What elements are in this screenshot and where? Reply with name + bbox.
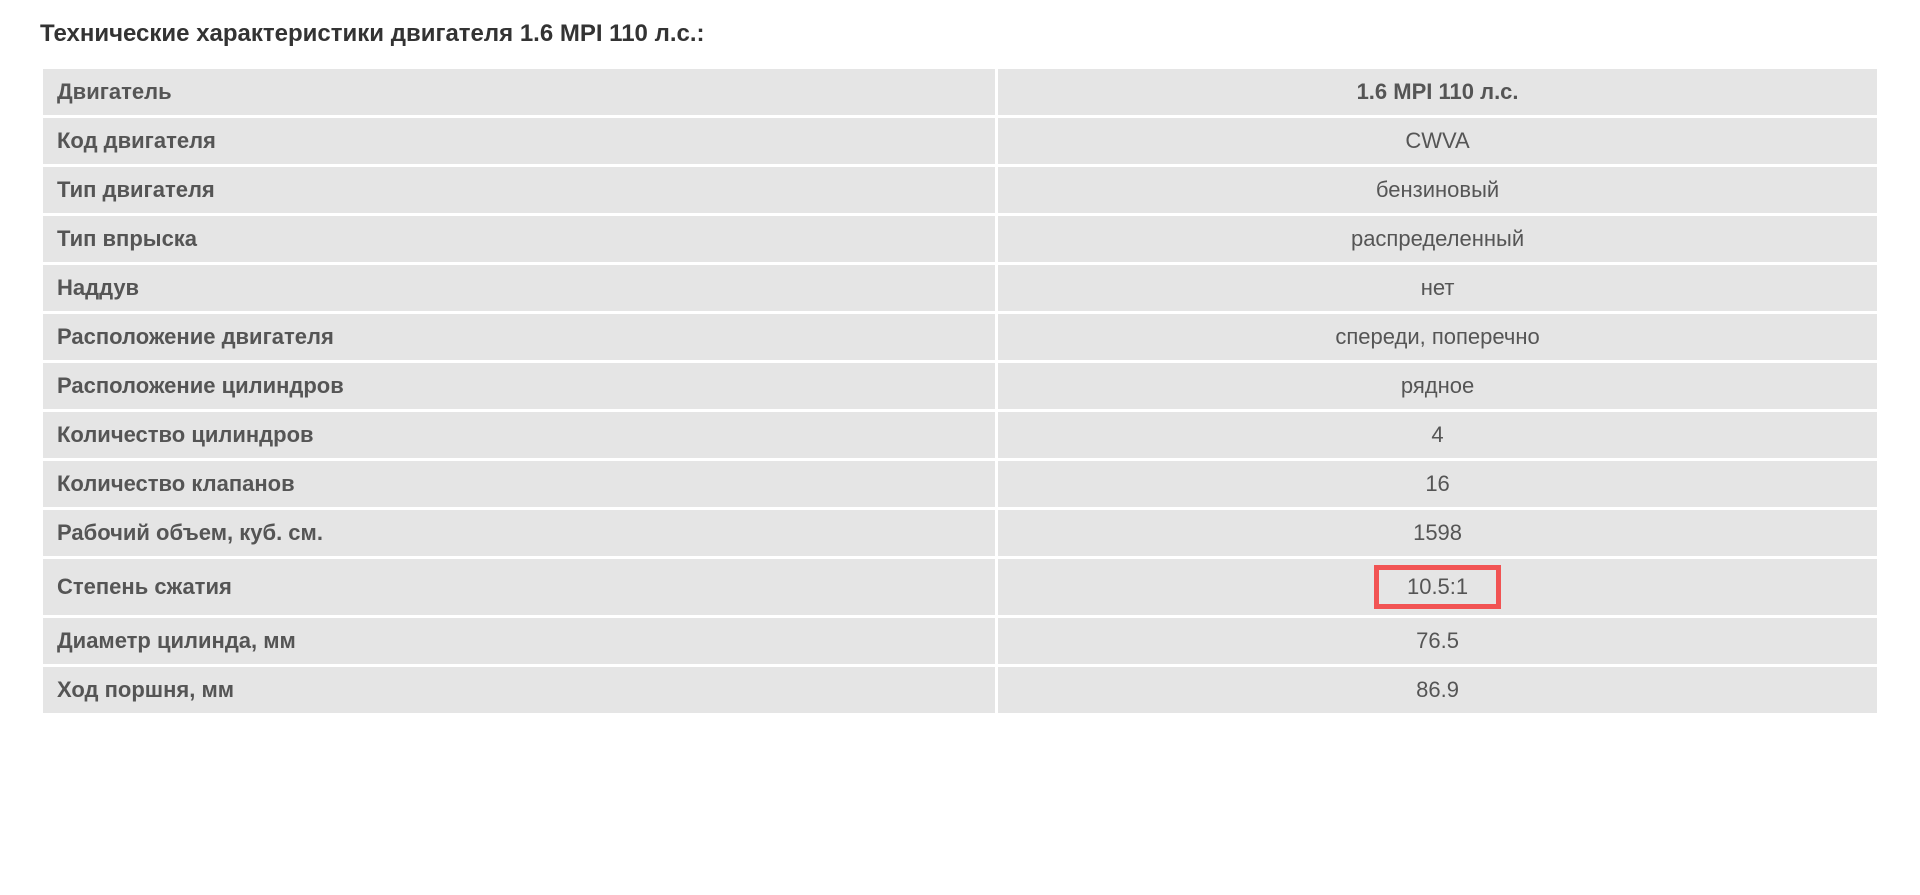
spec-label: Тип двигателя	[43, 167, 995, 213]
table-row: Количество клапанов16	[43, 461, 1877, 507]
spec-label: Код двигателя	[43, 118, 995, 164]
spec-label: Ход поршня, мм	[43, 667, 995, 713]
spec-value: спереди, поперечно	[998, 314, 1877, 360]
spec-label: Наддув	[43, 265, 995, 311]
spec-label: Двигатель	[43, 69, 995, 115]
table-row: Рабочий объем, куб. см.1598	[43, 510, 1877, 556]
spec-label: Количество клапанов	[43, 461, 995, 507]
spec-label: Рабочий объем, куб. см.	[43, 510, 995, 556]
table-row: Код двигателяCWVA	[43, 118, 1877, 164]
spec-value: 10.5:1	[998, 559, 1877, 615]
spec-label: Расположение двигателя	[43, 314, 995, 360]
table-row: Степень сжатия 10.5:1	[43, 559, 1877, 615]
table-row: Ход поршня, мм86.9	[43, 667, 1877, 713]
spec-value: 4	[998, 412, 1877, 458]
table-row: Тип впрыскараспределенный	[43, 216, 1877, 262]
spec-value: распределенный	[998, 216, 1877, 262]
table-row: Диаметр цилинда, мм76.5	[43, 618, 1877, 664]
table-row: Расположение двигателяспереди, поперечно	[43, 314, 1877, 360]
table-row: Тип двигателябензиновый	[43, 167, 1877, 213]
spec-label: Диаметр цилинда, мм	[43, 618, 995, 664]
spec-value: 1598	[998, 510, 1877, 556]
table-row: Количество цилиндров4	[43, 412, 1877, 458]
spec-value: бензиновый	[998, 167, 1877, 213]
page-title: Технические характеристики двигателя 1.6…	[40, 20, 1880, 48]
spec-value: 76.5	[998, 618, 1877, 664]
spec-value: 16	[998, 461, 1877, 507]
table-row: Расположение цилиндроврядное	[43, 363, 1877, 409]
spec-label: Расположение цилиндров	[43, 363, 995, 409]
specs-table: Двигатель1.6 MPI 110 л.с.Код двигателяCW…	[40, 66, 1880, 716]
table-row: Двигатель1.6 MPI 110 л.с.	[43, 69, 1877, 115]
spec-value: нет	[998, 265, 1877, 311]
spec-label: Тип впрыска	[43, 216, 995, 262]
spec-label: Количество цилиндров	[43, 412, 995, 458]
table-row: Наддувнет	[43, 265, 1877, 311]
highlight-annotation: 10.5:1	[1374, 565, 1501, 609]
spec-value: рядное	[998, 363, 1877, 409]
spec-value: CWVA	[998, 118, 1877, 164]
spec-value: 86.9	[998, 667, 1877, 713]
spec-value: 1.6 MPI 110 л.с.	[998, 69, 1877, 115]
spec-label: Степень сжатия	[43, 559, 995, 615]
